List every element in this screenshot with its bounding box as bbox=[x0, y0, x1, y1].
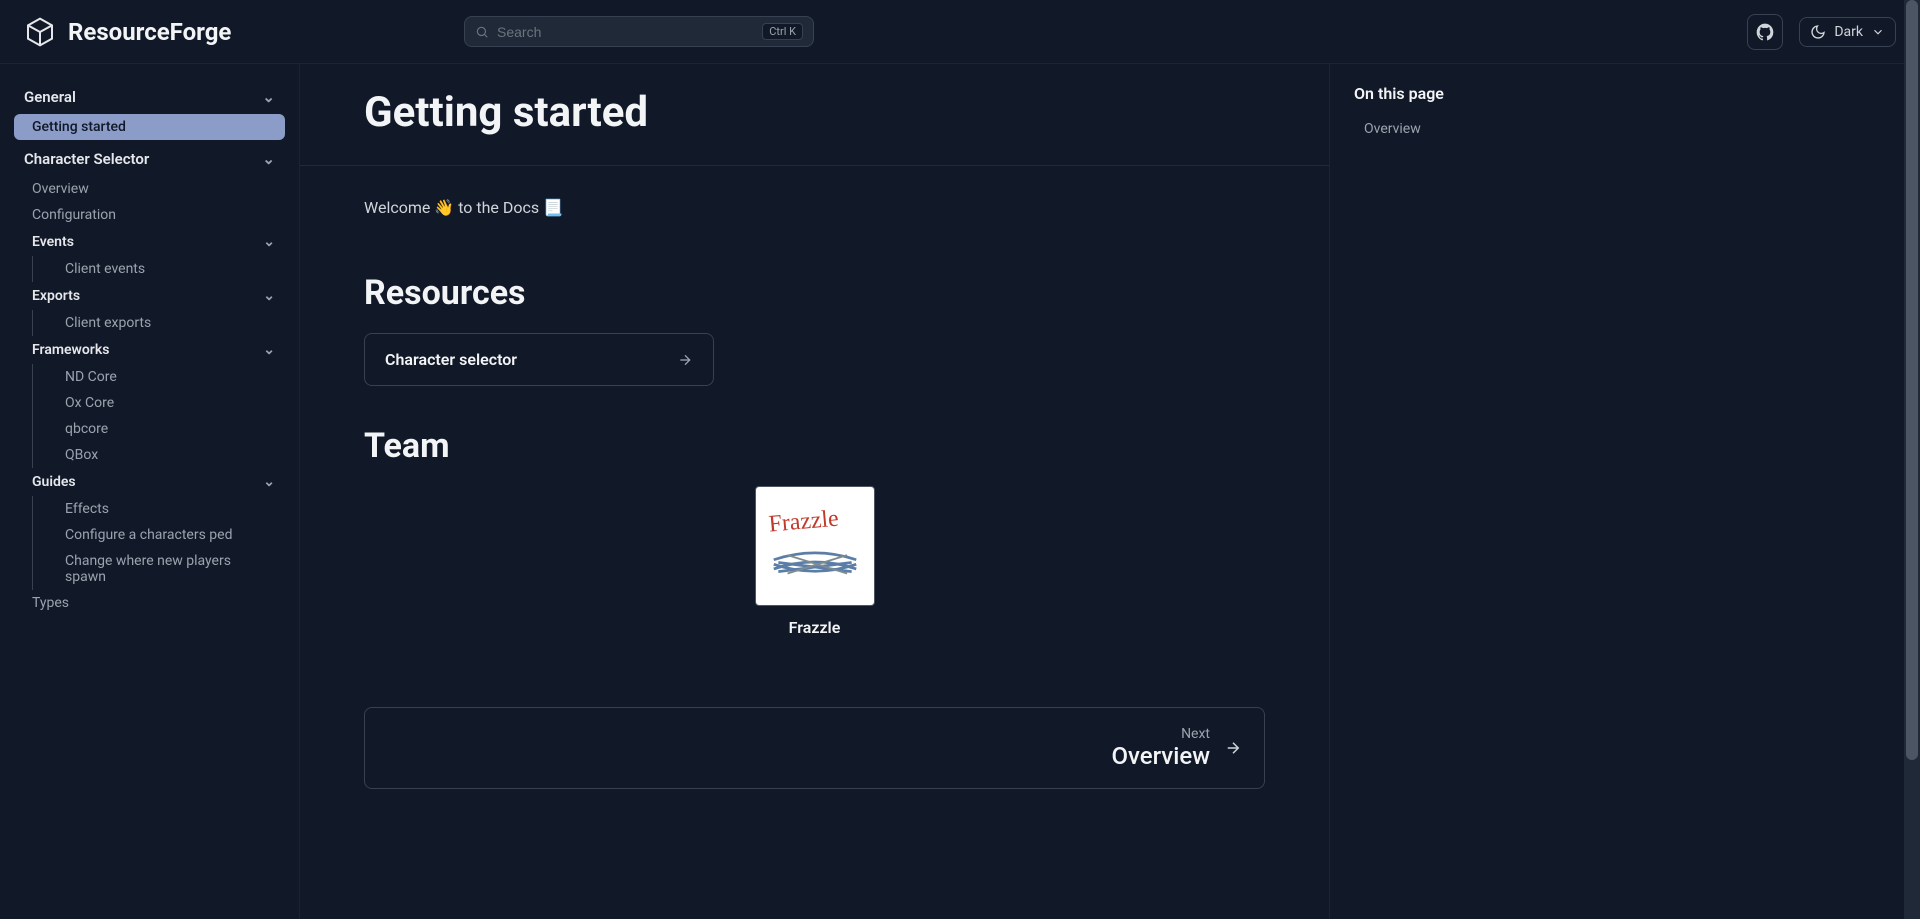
divider bbox=[300, 165, 1329, 166]
search-icon bbox=[475, 25, 489, 39]
avatar: Frazzle bbox=[755, 486, 875, 606]
sidebar-section-general[interactable]: General ⌄ bbox=[14, 80, 285, 114]
sidebar-item-ox-core[interactable]: Ox Core bbox=[32, 390, 285, 416]
logo-area[interactable]: ResourceForge bbox=[24, 16, 464, 48]
chevron-down-icon: ⌄ bbox=[262, 88, 275, 106]
github-icon bbox=[1755, 22, 1775, 42]
team-member-name: Frazzle bbox=[755, 618, 875, 637]
toc-heading: On this page bbox=[1354, 84, 1586, 103]
arrow-right-icon bbox=[1224, 739, 1242, 757]
team-member-card[interactable]: Frazzle bbox=[755, 486, 875, 637]
moon-icon bbox=[1810, 24, 1826, 40]
sidebar-item-configure-ped[interactable]: Configure a characters ped bbox=[32, 522, 285, 548]
scrollbar[interactable] bbox=[1904, 0, 1920, 919]
search-input[interactable] bbox=[497, 24, 754, 40]
github-link[interactable] bbox=[1747, 14, 1783, 50]
arrow-right-icon bbox=[677, 352, 693, 368]
next-title: Overview bbox=[1111, 742, 1210, 770]
logo-icon bbox=[24, 16, 56, 48]
resources-heading: Resources bbox=[364, 273, 1265, 313]
welcome-text: Welcome 👋 to the Docs 📃 bbox=[364, 198, 1265, 217]
sidebar-item-overview[interactable]: Overview bbox=[14, 176, 285, 202]
svg-text:Frazzle: Frazzle bbox=[767, 506, 839, 538]
sidebar-item-change-spawn[interactable]: Change where new players spawn bbox=[32, 548, 285, 590]
resource-card-character-selector[interactable]: Character selector bbox=[364, 333, 714, 386]
chevron-down-icon: ⌄ bbox=[263, 474, 275, 490]
subsection-label: Guides bbox=[32, 474, 76, 490]
sidebar-item-qbcore[interactable]: qbcore bbox=[32, 416, 285, 442]
sidebar-subsection-frameworks[interactable]: Frameworks ⌄ bbox=[14, 336, 285, 364]
sidebar-item-getting-started[interactable]: Getting started bbox=[14, 114, 285, 140]
sidebar: General ⌄ Getting started Character Sele… bbox=[0, 64, 300, 919]
sidebar-item-client-events[interactable]: Client events bbox=[32, 256, 285, 282]
chevron-down-icon: ⌄ bbox=[263, 342, 275, 358]
page-title: Getting started bbox=[364, 88, 1265, 137]
search-box[interactable]: Ctrl K bbox=[464, 16, 814, 47]
chevron-down-icon: ⌄ bbox=[263, 234, 275, 250]
section-label: General bbox=[24, 88, 76, 106]
sidebar-item-client-exports[interactable]: Client exports bbox=[32, 310, 285, 336]
sidebar-subsection-events[interactable]: Events ⌄ bbox=[14, 228, 285, 256]
sidebar-item-qbox[interactable]: QBox bbox=[32, 442, 285, 468]
section-label: Character Selector bbox=[24, 150, 149, 168]
sidebar-item-effects[interactable]: Effects bbox=[32, 496, 285, 522]
sidebar-item-configuration[interactable]: Configuration bbox=[14, 202, 285, 228]
chevron-down-icon: ⌄ bbox=[263, 288, 275, 304]
next-page-link[interactable]: Next Overview bbox=[364, 707, 1265, 789]
search-shortcut: Ctrl K bbox=[762, 23, 803, 40]
subsection-label: Events bbox=[32, 234, 74, 250]
header-right: Dark bbox=[1747, 14, 1896, 50]
sidebar-subsection-exports[interactable]: Exports ⌄ bbox=[14, 282, 285, 310]
content: Getting started Welcome 👋 to the Docs 📃 … bbox=[300, 64, 1330, 919]
sidebar-item-types[interactable]: Types bbox=[14, 590, 285, 616]
header: ResourceForge Ctrl K Dark bbox=[0, 0, 1920, 64]
sidebar-item-nd-core[interactable]: ND Core bbox=[32, 364, 285, 390]
subsection-label: Frameworks bbox=[32, 342, 109, 358]
team-heading: Team bbox=[364, 426, 1265, 466]
next-label: Next bbox=[1111, 726, 1210, 742]
sidebar-subsection-guides[interactable]: Guides ⌄ bbox=[14, 468, 285, 496]
chevron-down-icon bbox=[1871, 25, 1885, 39]
theme-toggle[interactable]: Dark bbox=[1799, 17, 1896, 47]
subsection-label: Exports bbox=[32, 288, 80, 304]
theme-label: Dark bbox=[1834, 24, 1863, 40]
toc-item-overview[interactable]: Overview bbox=[1354, 117, 1586, 141]
scrollbar-thumb[interactable] bbox=[1906, 0, 1918, 760]
sidebar-section-character-selector[interactable]: Character Selector ⌄ bbox=[14, 142, 285, 176]
table-of-contents: On this page Overview bbox=[1330, 64, 1610, 919]
chevron-down-icon: ⌄ bbox=[262, 150, 275, 168]
brand-name: ResourceForge bbox=[68, 18, 231, 46]
resource-card-title: Character selector bbox=[385, 350, 517, 369]
